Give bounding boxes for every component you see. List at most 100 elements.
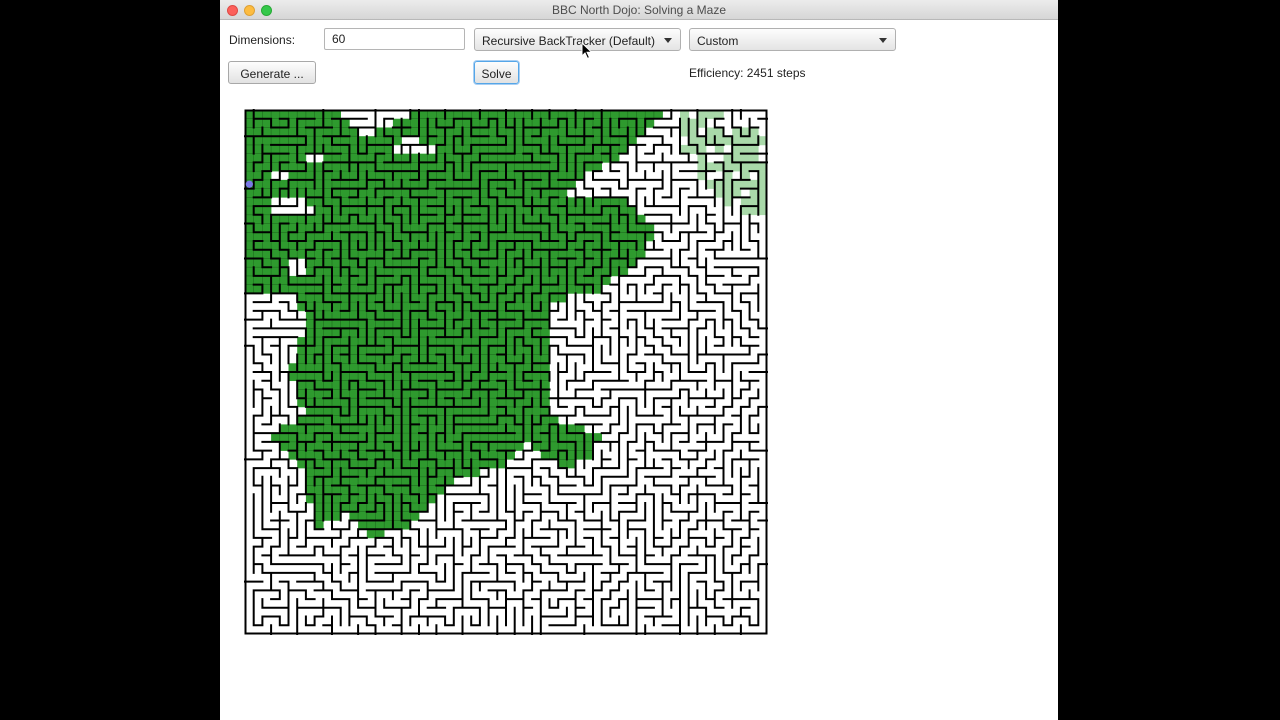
- visited-cell: [375, 476, 385, 486]
- visited-cell: [288, 372, 298, 382]
- visited-cell: [523, 345, 533, 355]
- visited-cell: [366, 293, 376, 303]
- visited-cell: [288, 144, 298, 154]
- visited-cell: [540, 441, 550, 451]
- visited-cell: [523, 223, 533, 233]
- visited-cell: [332, 206, 341, 216]
- visited-cell: [514, 223, 524, 233]
- visited-cell: [697, 118, 707, 128]
- visited-cell: [419, 345, 428, 355]
- visited-cell: [619, 232, 629, 242]
- visited-cell: [532, 310, 542, 320]
- visited-cell: [332, 118, 341, 128]
- visited-cell: [514, 372, 524, 382]
- visited-cell: [549, 153, 559, 163]
- visited-cell: [332, 162, 341, 172]
- visited-cell: [392, 275, 402, 285]
- visited-cell: [366, 188, 376, 198]
- visited-cell: [279, 153, 289, 163]
- visited-cell: [506, 319, 515, 329]
- visited-cell: [436, 206, 446, 216]
- visited-cell: [445, 380, 455, 390]
- visited-cell: [732, 162, 742, 172]
- visited-cell: [332, 188, 341, 198]
- visited-cell: [349, 232, 359, 242]
- visited-cell: [479, 267, 489, 277]
- visited-cell: [549, 284, 559, 294]
- visited-cell: [593, 127, 602, 137]
- visited-cell: [340, 354, 350, 364]
- visited-cell: [523, 188, 533, 198]
- visited-cell: [636, 232, 646, 242]
- visited-cell: [384, 197, 394, 207]
- visited-cell: [436, 258, 446, 268]
- visited-cell: [410, 319, 420, 329]
- solver-dropdown[interactable]: Custom: [689, 28, 896, 51]
- visited-cell: [332, 214, 341, 224]
- visited-cell: [384, 232, 394, 242]
- visited-cell: [314, 476, 324, 486]
- visited-cell: [462, 389, 472, 399]
- visited-cell: [262, 162, 272, 172]
- visited-cell: [358, 188, 368, 198]
- solve-button[interactable]: Solve: [474, 61, 519, 84]
- visited-cell: [332, 372, 341, 382]
- visited-cell: [584, 241, 594, 251]
- visited-cell: [506, 153, 515, 163]
- visited-cell: [349, 345, 359, 355]
- visited-cell: [749, 162, 759, 172]
- visited-cell: [471, 197, 481, 207]
- visited-cell: [279, 118, 289, 128]
- visited-cell: [262, 241, 272, 251]
- visited-cell: [436, 310, 446, 320]
- visited-cell: [453, 127, 463, 137]
- visited-cell: [349, 258, 359, 268]
- visited-cell: [323, 127, 333, 137]
- visited-cell: [358, 302, 368, 312]
- visited-cell: [401, 214, 411, 224]
- chevron-down-icon: [664, 38, 672, 43]
- visited-cell: [419, 275, 428, 285]
- visited-cell: [723, 197, 733, 207]
- visited-cell: [436, 302, 446, 312]
- visited-cell: [610, 258, 620, 268]
- visited-cell: [323, 214, 333, 224]
- visited-cell: [601, 258, 611, 268]
- visited-cell: [732, 127, 742, 137]
- generator-dropdown[interactable]: Recursive BackTracker (Default): [474, 28, 681, 51]
- visited-cell: [540, 372, 550, 382]
- visited-cell: [540, 363, 550, 373]
- dimensions-input[interactable]: [324, 28, 465, 50]
- visited-cell: [479, 441, 489, 451]
- visited-cell: [375, 389, 385, 399]
- generate-button[interactable]: Generate ...: [228, 61, 316, 84]
- visited-cell: [332, 144, 341, 154]
- maze-canvas[interactable]: [244, 109, 768, 635]
- visited-cell: [375, 188, 385, 198]
- visited-cell: [271, 153, 281, 163]
- visited-cell: [314, 406, 324, 416]
- visited-cell: [445, 162, 455, 172]
- visited-cell: [332, 249, 341, 259]
- visited-cell: [549, 214, 559, 224]
- visited-cell: [297, 398, 307, 408]
- visited-cell: [514, 433, 524, 443]
- visited-cell: [488, 206, 498, 216]
- visited-cell: [401, 441, 411, 451]
- visited-cell: [601, 197, 611, 207]
- visited-cell: [323, 302, 333, 312]
- visited-cell: [610, 127, 620, 137]
- visited-cell: [462, 450, 472, 460]
- visited-cell: [410, 328, 420, 338]
- visited-cell: [384, 424, 394, 434]
- visited-cell: [506, 354, 515, 364]
- visited-cell: [532, 372, 542, 382]
- title-bar[interactable]: BBC North Dojo: Solving a Maze: [220, 0, 1058, 20]
- visited-cell: [366, 345, 376, 355]
- visited-cell: [566, 179, 576, 189]
- visited-cell: [314, 485, 324, 495]
- visited-cell: [566, 441, 576, 451]
- visited-cell: [384, 520, 394, 530]
- visited-cell: [358, 223, 368, 233]
- visited-cell: [419, 310, 428, 320]
